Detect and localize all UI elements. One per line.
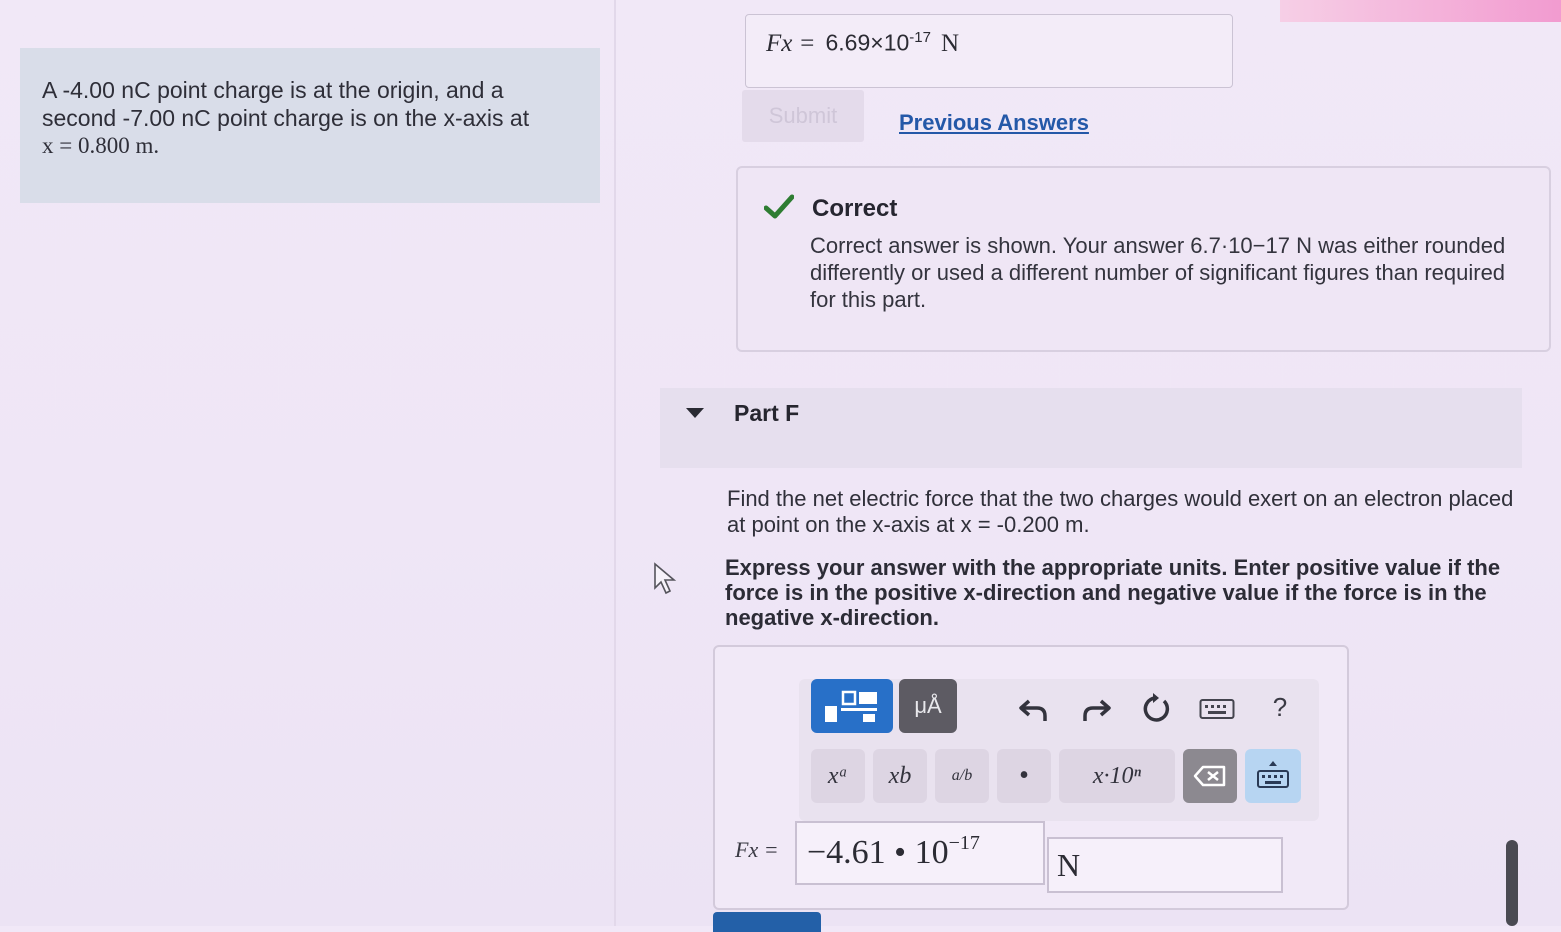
column-divider	[614, 0, 616, 926]
symbols-label: μÅ	[914, 693, 942, 718]
previous-answer-exponent: -17	[909, 29, 931, 46]
collapse-keyboard-key[interactable]	[1245, 749, 1301, 803]
answer-value: −4.61 • 10	[807, 834, 949, 871]
question-text: Find the net electric force that the two…	[727, 486, 1514, 537]
keyboard-toggle-icon	[1257, 761, 1289, 788]
problem-line-1: A -4.00 nC point charge is at the origin…	[42, 77, 504, 103]
help-button[interactable]: ?	[1265, 687, 1295, 727]
submit-button-disabled[interactable]: Submit	[742, 90, 864, 142]
math-toolbar: μÅ ? xᵃ xb a/b • x·10ⁿ	[799, 679, 1319, 821]
answer-unit-input[interactable]: N	[1047, 837, 1283, 893]
submit-button-partial[interactable]	[713, 912, 821, 932]
keyboard-shortcuts-button[interactable]	[1197, 691, 1237, 727]
problem-statement: A -4.00 nC point charge is at the origin…	[20, 48, 600, 203]
feedback-title: Correct	[812, 195, 898, 222]
previous-answer-field: Fx = 6.69×10-17 N	[745, 14, 1233, 88]
answer-label: Fx =	[735, 837, 779, 862]
subscript-key[interactable]: xb	[873, 749, 927, 803]
mouse-cursor-icon	[654, 562, 677, 595]
redo-button[interactable]	[1077, 691, 1113, 727]
answer-entry-box: μÅ ? xᵃ xb a/b • x·10ⁿ Fx = −4.61 • 10 −…	[713, 645, 1349, 910]
superscript-key[interactable]: xᵃ	[811, 749, 865, 803]
answer-value-input[interactable]: −4.61 • 10 −17	[795, 821, 1045, 885]
fraction-key[interactable]: a/b	[935, 749, 989, 803]
symbols-button[interactable]: μÅ	[899, 679, 957, 733]
scientific-notation-key[interactable]: x·10ⁿ	[1059, 749, 1175, 803]
top-accent-bar	[1280, 0, 1561, 22]
previous-answer-label: Fx =	[766, 29, 816, 57]
templates-button[interactable]	[811, 679, 893, 733]
collapse-triangle-icon[interactable]	[686, 408, 704, 418]
previous-answer-unit: N	[940, 29, 960, 57]
redo-icon	[1083, 699, 1111, 721]
checkmark-icon	[764, 194, 794, 219]
backspace-icon	[1193, 765, 1226, 787]
undo-icon	[1019, 699, 1047, 721]
part-f-header[interactable]: Part F	[660, 388, 1522, 468]
scrollbar-thumb[interactable]	[1506, 840, 1518, 926]
keyboard-icon	[1199, 699, 1235, 719]
previous-answers-link[interactable]: Previous Answers	[899, 110, 1089, 136]
answer-exponent: −17	[948, 831, 980, 854]
problem-line-3: x = 0.800 m.	[42, 133, 160, 158]
answer-unit: N	[1057, 846, 1081, 883]
instruction-text: Express your answer with the appropriate…	[725, 555, 1501, 630]
part-title: Part F	[734, 400, 800, 426]
feedback-message: Correct answer is shown. Your answer 6.7…	[810, 233, 1506, 312]
backspace-key[interactable]	[1183, 749, 1237, 803]
templates-icon	[825, 690, 877, 722]
reset-icon	[1143, 693, 1170, 722]
problem-line-2: second -7.00 nC point charge is on the x…	[42, 105, 530, 131]
reset-button[interactable]	[1137, 691, 1173, 727]
previous-answer-value: 6.69×10-17	[825, 29, 931, 56]
undo-button[interactable]	[1017, 691, 1053, 727]
correct-feedback-panel: Correct Correct answer is shown. Your an…	[736, 166, 1551, 352]
decimal-key[interactable]: •	[997, 749, 1051, 803]
